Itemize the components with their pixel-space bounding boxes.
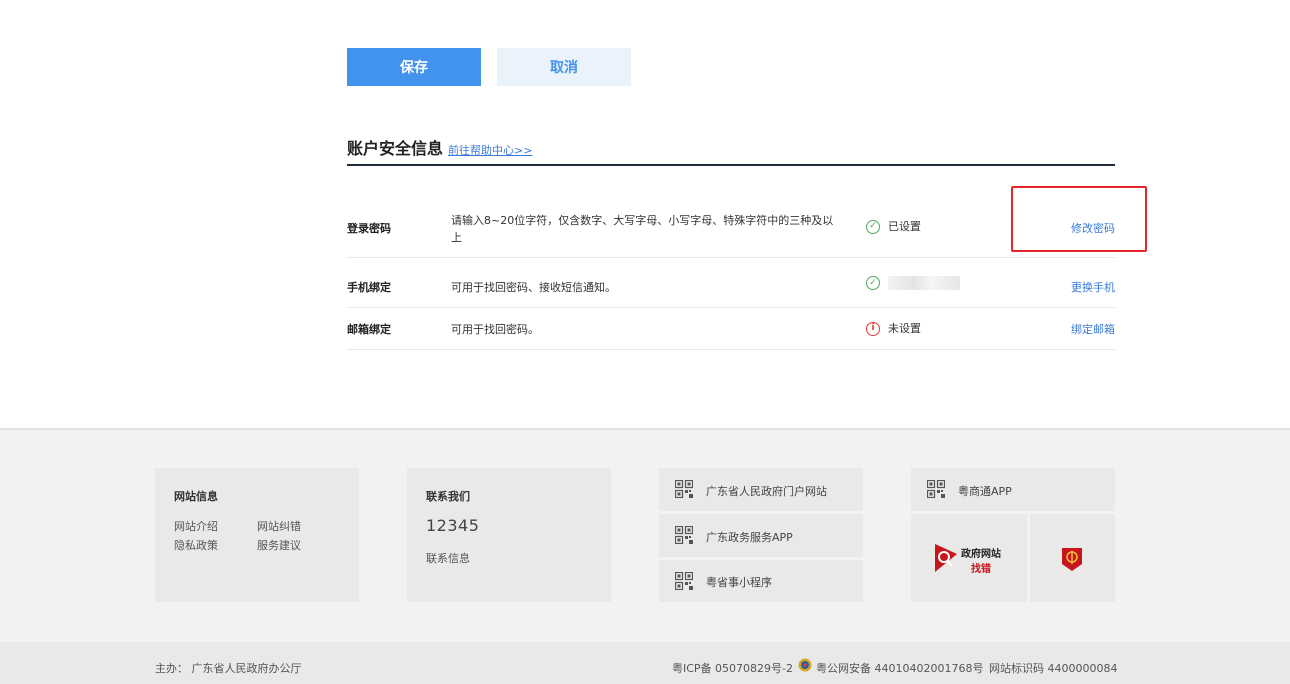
footer-bottom-bar: 主办： 广东省人民政府办公厅 粤ICP备 05070829号-2 粤公网安备 4…	[0, 642, 1290, 684]
site-info-box: 网站信息 网站介绍 网站纠错 隐私政策 服务建议	[155, 468, 359, 602]
password-description: 请输入8~20位字符，仅含数字、大写字母、小写字母、特殊字符中的三种及以 上	[451, 214, 834, 244]
email-row: 邮箱绑定 可用于找回密码。 i 未设置 绑定邮箱	[347, 308, 1115, 350]
contact-info-link[interactable]: 联系信息	[426, 550, 470, 566]
badge-text-top: 政府网站	[961, 549, 1001, 560]
party-emblem-icon	[1062, 548, 1082, 571]
party-emblem-box[interactable]	[1030, 514, 1115, 602]
qr-code-icon	[675, 480, 693, 498]
security-section-header: 账户安全信息 前往帮助中心>>	[347, 138, 1115, 166]
police-record-text[interactable]: 粤公网安备 44010402001768号	[816, 660, 983, 676]
masked-phone-number	[888, 276, 960, 290]
site-intro-link[interactable]: 网站介绍	[174, 518, 218, 534]
badge-text-bottom: 找错	[971, 564, 991, 575]
check-circle-icon: ✓	[866, 276, 880, 290]
qr-label-yueshangtong: 粤商通APP	[958, 485, 1012, 498]
highlight-box	[1011, 186, 1147, 252]
magnifier-badge-icon	[935, 544, 957, 572]
phone-label: 手机绑定	[347, 281, 391, 294]
icp-text[interactable]: 粤ICP备 05070829号-2	[672, 660, 793, 676]
privacy-policy-link[interactable]: 隐私政策	[174, 537, 218, 553]
contact-box: 联系我们 12345 联系信息	[407, 468, 611, 602]
save-button[interactable]: 保存	[347, 48, 481, 86]
qr-item-yueshangtong[interactable]: 粤商通APP	[911, 468, 1115, 511]
account-settings-page: 保存 取消 账户安全信息 前往帮助中心>> 登录密码 请输入8~20位字符，仅含…	[0, 0, 1290, 684]
check-circle-icon: ✓	[866, 219, 880, 234]
cancel-button[interactable]: 取消	[497, 48, 631, 86]
email-label: 邮箱绑定	[347, 323, 391, 336]
help-center-link[interactable]: 前往帮助中心>>	[448, 142, 532, 158]
qr-item-gd-portal[interactable]: 广东省人民政府门户网站	[659, 468, 863, 511]
password-row: 登录密码 请输入8~20位字符，仅含数字、大写字母、小写字母、特殊字符中的三种及…	[347, 200, 1115, 258]
site-info-title: 网站信息	[174, 490, 218, 503]
sponsor-text: 主办： 广东省人民政府办公厅	[155, 662, 302, 675]
password-status: ✓ 已设置	[866, 218, 921, 235]
qr-code-icon	[675, 572, 693, 590]
police-badge-icon	[798, 658, 812, 672]
bind-email-link[interactable]: 绑定邮箱	[1071, 321, 1115, 338]
info-circle-icon: i	[866, 321, 880, 336]
qr-label-yueshengshi: 粤省事小程序	[706, 576, 772, 589]
phone-status: ✓	[866, 276, 960, 290]
contact-title: 联系我们	[426, 490, 470, 503]
qr-item-gd-app[interactable]: 广东政务服务APP	[659, 514, 863, 557]
footer: 网站信息 网站介绍 网站纠错 隐私政策 服务建议 联系我们 12345 联系信息…	[0, 428, 1290, 642]
qr-label-gd-portal: 广东省人民政府门户网站	[706, 485, 827, 498]
site-error-report-link[interactable]: 网站纠错	[257, 518, 301, 534]
section-title: 账户安全信息	[347, 139, 444, 158]
gov-site-error-badge[interactable]: 政府网站 找错	[911, 514, 1027, 602]
email-description: 可用于找回密码。	[451, 323, 539, 336]
site-code-text: 网站标识码 4400000084	[989, 662, 1118, 675]
password-label: 登录密码	[347, 222, 391, 235]
hotline-number: 12345	[426, 516, 480, 535]
qr-label-gd-app: 广东政务服务APP	[706, 531, 793, 544]
qr-code-icon	[927, 480, 945, 498]
phone-description: 可用于找回密码、接收短信通知。	[451, 281, 616, 294]
service-suggestion-link[interactable]: 服务建议	[257, 537, 301, 553]
change-phone-link[interactable]: 更换手机	[1071, 279, 1115, 296]
qr-code-icon	[675, 526, 693, 544]
email-status: i 未设置	[866, 320, 921, 337]
qr-item-yueshengshi[interactable]: 粤省事小程序	[659, 560, 863, 602]
phone-row: 手机绑定 可用于找回密码、接收短信通知。 ✓ 更换手机	[347, 258, 1115, 308]
